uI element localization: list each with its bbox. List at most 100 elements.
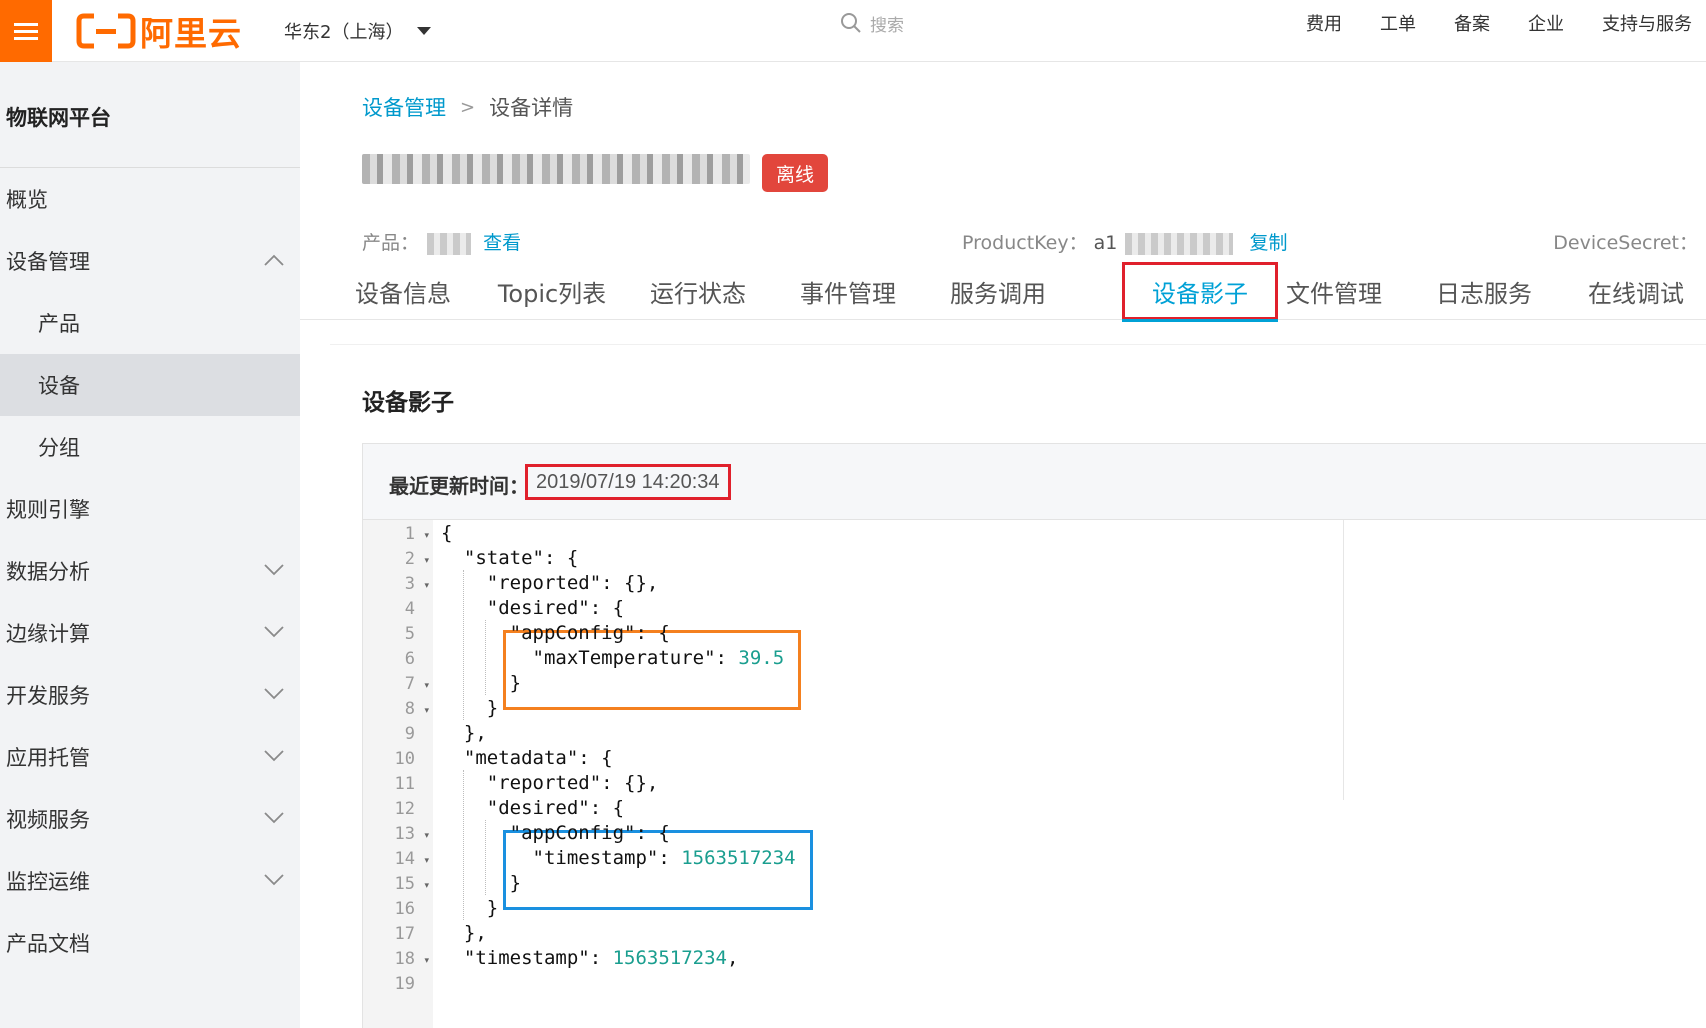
productkey-copy-link[interactable]: 复制: [1249, 232, 1287, 254]
tab[interactable]: 服务调用: [940, 262, 1056, 320]
sidebar-item-label: 视频服务: [6, 808, 90, 832]
line-number: 6: [404, 649, 415, 669]
sidebar-item[interactable]: 设备管理: [0, 230, 300, 292]
code-line: "maxTemperature": 39.5: [441, 647, 785, 669]
chevron-down-icon: [264, 626, 284, 638]
code-line: "desired": {: [441, 597, 624, 619]
sidebar-item[interactable]: 分组: [0, 416, 300, 478]
search-placeholder: 搜索: [870, 15, 904, 36]
code-line: "state": {: [441, 547, 578, 569]
sidebar-item[interactable]: 产品文档: [0, 912, 300, 974]
top-link-support[interactable]: 支持与服务: [1602, 10, 1692, 36]
top-link-icp[interactable]: 备案: [1454, 10, 1490, 36]
chevron-down-icon: [264, 874, 284, 886]
breadcrumb-separator: >: [460, 96, 476, 118]
tab[interactable]: Topic列表: [490, 262, 614, 320]
fold-arrow-icon[interactable]: ▾: [424, 556, 429, 566]
productkey-label: ProductKey：: [962, 232, 1088, 254]
code-number-value: 39.5: [738, 647, 785, 669]
sidebar-item[interactable]: 设备: [0, 354, 300, 416]
line-number: 18: [394, 949, 415, 969]
tab[interactable]: 文件管理: [1276, 262, 1392, 320]
code-line: "reported": {},: [441, 572, 659, 594]
top-link-fees[interactable]: 费用: [1306, 10, 1342, 36]
fold-arrow-icon[interactable]: ▾: [424, 956, 429, 966]
breadcrumb-device-management[interactable]: 设备管理: [362, 92, 446, 122]
fold-arrow-icon[interactable]: ▾: [424, 856, 429, 866]
sidebar-item[interactable]: 监控运维: [0, 850, 300, 912]
hamburger-menu-icon: [14, 23, 38, 40]
logo-text: 阿里云: [140, 14, 242, 53]
json-code-editor[interactable]: 1 ▾ 2 ▾ 3 ▾ 4 5 6 7 ▾ 8 ▾ 9 10 11 12 13 ▾ 14 ▾ 15 ▾ 16 17 18 ▾ 19 {…: [363, 520, 1706, 1028]
device-tabs: 设备信息 Topic列表 运行状态 事件管理 服务调用 设备影子 文件管理 日志服务 在线调试: [300, 262, 1706, 322]
code-text: },: [441, 922, 487, 944]
top-link-tickets[interactable]: 工单: [1380, 10, 1416, 36]
sidebar-item[interactable]: 视频服务: [0, 788, 300, 850]
sidebar-item-label: 概览: [6, 188, 48, 212]
sidebar-item[interactable]: 应用托管: [0, 726, 300, 788]
sidebar-item-label: 产品: [38, 312, 80, 336]
line-number: 4: [404, 599, 415, 619]
code-text: "timestamp":: [441, 847, 682, 869]
code-text: "timestamp":: [441, 947, 613, 969]
search-box[interactable]: 搜索: [840, 0, 904, 46]
hamburger-menu-button[interactable]: [0, 0, 52, 62]
meta-devicesecret: DeviceSecret：: [1553, 228, 1698, 255]
tab[interactable]: 日志服务: [1426, 262, 1542, 320]
tab[interactable]: 设备信息: [344, 262, 462, 320]
tab[interactable]: 设备影子: [1122, 262, 1278, 322]
aliyun-logo-icon: [76, 13, 136, 49]
region-selector[interactable]: 华东2（上海）: [284, 0, 432, 62]
sidebar-item[interactable]: 数据分析: [0, 540, 300, 602]
sidebar-item[interactable]: 边缘计算: [0, 602, 300, 664]
fold-arrow-icon[interactable]: ▾: [424, 706, 429, 716]
aliyun-logo[interactable]: 阿里云: [76, 8, 242, 54]
update-time-value: 2019/07/19 14:20:34: [525, 464, 731, 500]
fold-arrow-icon[interactable]: ▾: [424, 531, 429, 541]
tab[interactable]: 运行状态: [640, 262, 756, 320]
sidebar-item-label: 数据分析: [6, 560, 90, 584]
line-number: 7: [404, 674, 415, 694]
code-line: }: [441, 697, 498, 719]
fold-arrow-icon[interactable]: ▾: [424, 881, 429, 891]
productkey-redacted: [1125, 232, 1234, 255]
tab[interactable]: 在线调试: [1578, 262, 1694, 320]
sidebar-item-label: 设备: [38, 374, 80, 398]
code-line: "metadata": {: [441, 747, 613, 769]
top-navigation-bar: 阿里云 华东2（上海） 搜索 费用 工单 备案 企业 支持与服务: [0, 0, 1706, 62]
sidebar-item[interactable]: 规则引擎: [0, 478, 300, 540]
sidebar-item[interactable]: 产品: [0, 292, 300, 354]
sidebar-item[interactable]: 开发服务: [0, 664, 300, 726]
search-icon: [841, 13, 861, 33]
line-number: 1: [404, 524, 415, 544]
line-number: 3: [404, 574, 415, 594]
line-number: 16: [394, 899, 415, 919]
sidebar-item[interactable]: 概览: [0, 168, 300, 230]
line-number: 2: [404, 549, 415, 569]
line-number-gutter: 1 ▾ 2 ▾ 3 ▾ 4 5 6 7 ▾ 8 ▾ 9 10 11 12 13 ▾ 14 ▾ 15 ▾ 16 17 18 ▾ 19: [363, 520, 433, 1028]
product-view-link[interactable]: 查看: [483, 232, 521, 254]
sidebar: 物联网平台 概览 设备管理 产品 设备 分组 规则引擎 数据分析 边缘计算 开发服务 应用托管 视频…: [0, 62, 300, 1028]
code-text: }: [441, 897, 499, 919]
sidebar-item-label: 分组: [38, 436, 80, 460]
fold-arrow-icon[interactable]: ▾: [424, 831, 429, 841]
code-number-value: 1563517234: [612, 947, 727, 969]
code-text: "desired": {: [441, 797, 625, 819]
line-number: 19: [394, 974, 415, 994]
top-link-enterprise[interactable]: 企业: [1528, 10, 1564, 36]
code-number-value: 1563517234: [681, 847, 796, 869]
code-line: "timestamp": 1563517234: [441, 847, 796, 869]
productkey-prefix: a1: [1093, 232, 1118, 254]
line-number: 11: [394, 774, 415, 794]
code-line: }: [441, 897, 498, 919]
chevron-down-icon: [264, 688, 284, 700]
fold-arrow-icon[interactable]: ▾: [424, 581, 429, 591]
fold-arrow-icon[interactable]: ▾: [424, 681, 429, 691]
code-line: {: [441, 522, 452, 544]
code-text: "metadata": {: [441, 747, 613, 769]
code-text: "appConfig": {: [441, 622, 670, 644]
code-line: "desired": {: [441, 797, 624, 819]
tab[interactable]: 事件管理: [790, 262, 906, 320]
line-number: 15: [394, 874, 415, 894]
code-line: "timestamp": 1563517234,: [441, 947, 739, 969]
